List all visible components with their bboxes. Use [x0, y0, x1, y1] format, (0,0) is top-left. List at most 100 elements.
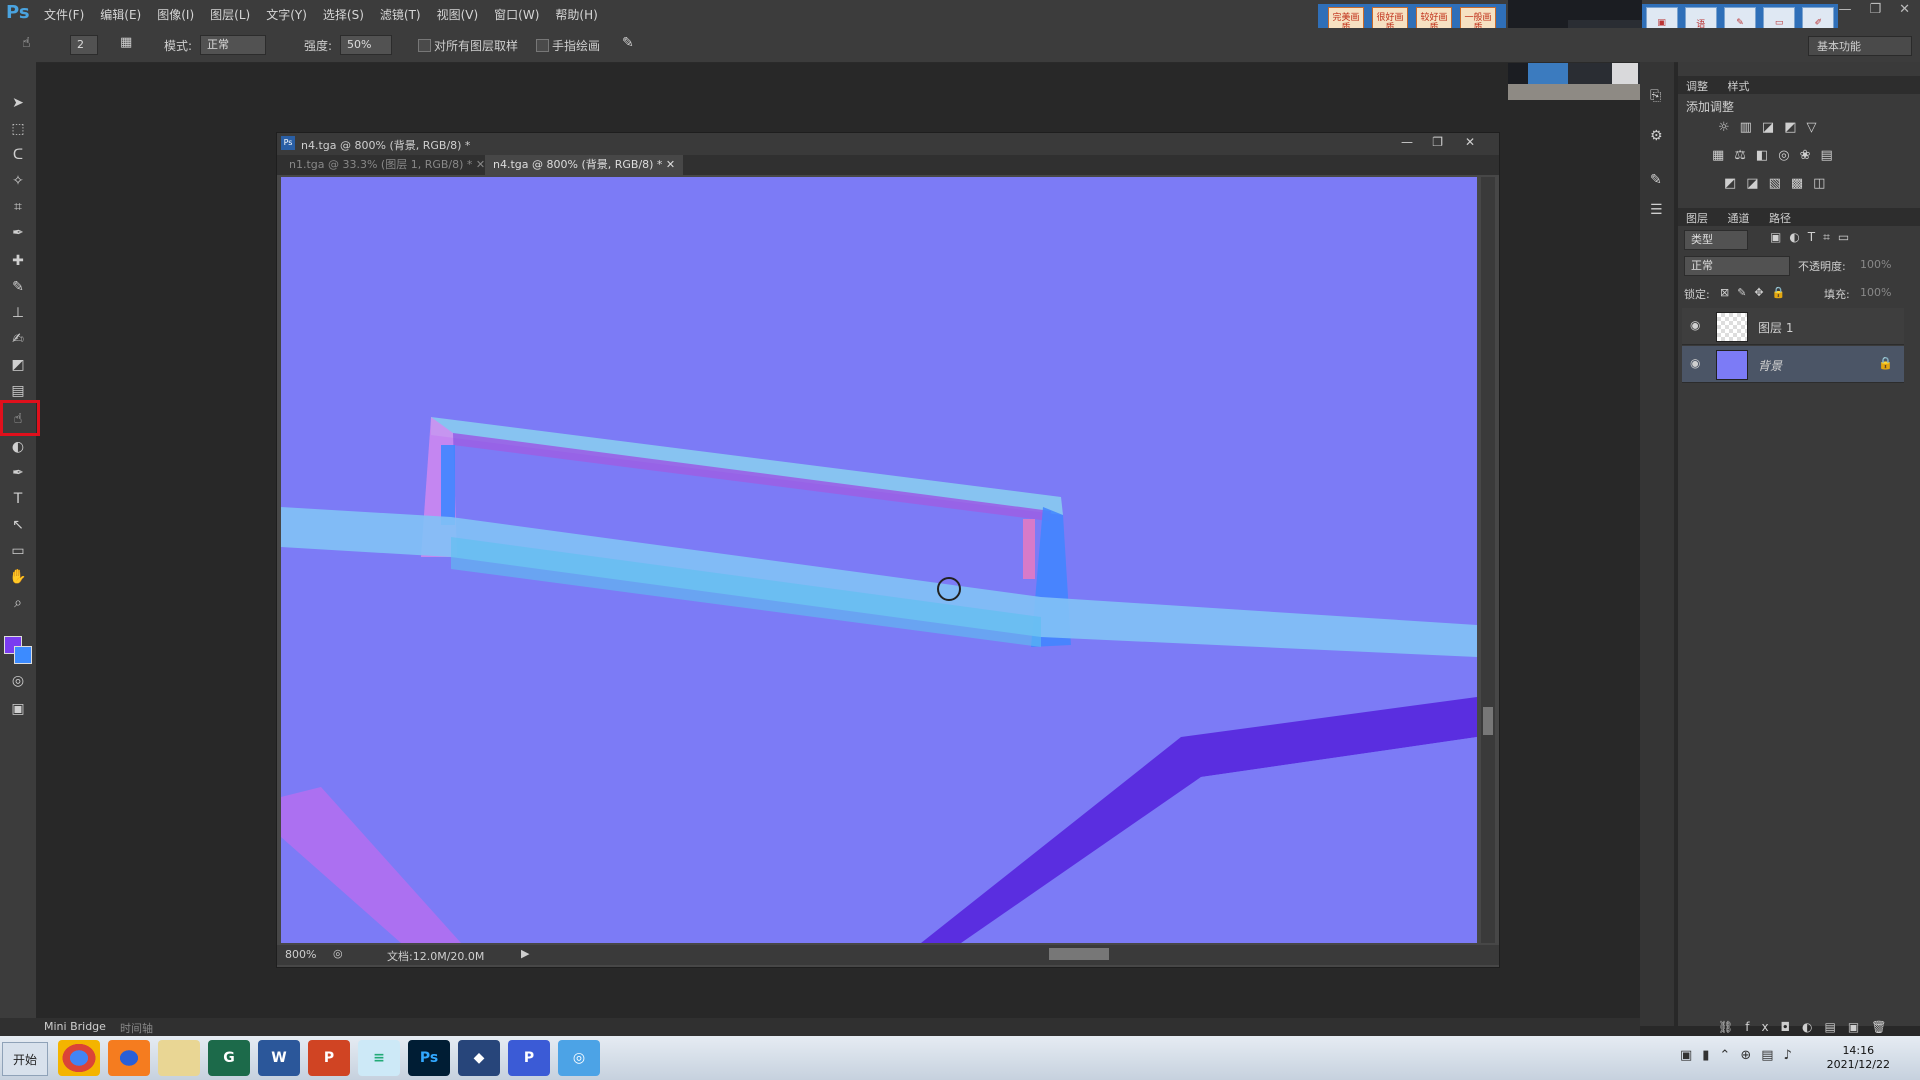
tool-presets-icon[interactable]: ☰: [1650, 202, 1663, 218]
hand-tool-icon[interactable]: ✋: [6, 566, 30, 588]
history-panel-icon[interactable]: ⎘: [1650, 88, 1661, 104]
blend-mode-select[interactable]: 正常: [1684, 256, 1790, 276]
brush-panel-icon[interactable]: ▦: [120, 35, 132, 50]
tab-layers[interactable]: 图层: [1678, 208, 1716, 228]
image-canvas[interactable]: [281, 177, 1477, 943]
explorer-icon[interactable]: [158, 1040, 200, 1076]
menu-view[interactable]: 视图(V): [437, 6, 479, 23]
app-window-controls: — ❐ ✕: [1838, 2, 1910, 17]
word-icon[interactable]: W: [258, 1040, 300, 1076]
strength-field[interactable]: 50%: [340, 35, 392, 55]
fill-field[interactable]: 100%: [1860, 286, 1891, 299]
status-info-icon[interactable]: ◎: [333, 947, 343, 960]
stamp-tool-icon[interactable]: ⊥: [6, 302, 30, 324]
menu-image[interactable]: 图像(I): [157, 6, 194, 23]
start-button[interactable]: 开始: [2, 1042, 48, 1076]
move-tool-icon[interactable]: ➤: [6, 92, 30, 114]
app3-icon[interactable]: P: [508, 1040, 550, 1076]
tab-styles[interactable]: 样式: [1720, 76, 1758, 96]
doc-maximize-button[interactable]: ❐: [1432, 135, 1443, 149]
restore-button[interactable]: ❐: [1869, 2, 1881, 17]
menu-layer[interactable]: 图层(L): [210, 6, 250, 23]
menu-select[interactable]: 选择(S): [323, 6, 364, 23]
tab-n1[interactable]: n1.tga @ 33.3% (图层 1, RGB/8) * ✕: [281, 155, 493, 175]
tab-n4[interactable]: n4.tga @ 800% (背景, RGB/8) * ✕: [485, 155, 684, 175]
history-brush-tool-icon[interactable]: ✍: [6, 328, 30, 350]
dodge-tool-icon[interactable]: ◐: [6, 436, 30, 458]
tab-paths[interactable]: 路径: [1761, 208, 1799, 228]
tab-timeline[interactable]: 时间轴: [120, 1020, 153, 1036]
options-bar: ☝ 2 ▦ 模式: 正常 强度: 50% 对所有图层取样 手指绘画 ✎: [0, 28, 1920, 63]
finger-paint-checkbox[interactable]: [536, 39, 549, 52]
vertical-scroll-thumb[interactable]: [1483, 707, 1493, 735]
type-tool-icon[interactable]: T: [6, 488, 30, 510]
mode-select[interactable]: 正常: [200, 35, 266, 55]
layer-row-background[interactable]: ◉ 背景 🔒: [1682, 346, 1904, 383]
adjust-icons-row2[interactable]: ▦⚖◧◎❀▤: [1712, 148, 1843, 163]
visibility-eye-icon[interactable]: ◉: [1690, 356, 1700, 370]
menu-edit[interactable]: 编辑(E): [100, 6, 141, 23]
horizontal-scroll-thumb[interactable]: [1049, 948, 1109, 960]
quick-select-tool-icon[interactable]: ✧: [6, 170, 30, 192]
adjust-icons-row3[interactable]: ◩◪▧▩◫: [1724, 176, 1835, 191]
eraser-tool-icon[interactable]: ◩: [6, 354, 30, 376]
chrome-icon[interactable]: [58, 1040, 100, 1076]
menu-help[interactable]: 帮助(H): [555, 6, 597, 23]
system-tray-icons[interactable]: ▣▮⌃⊕▤♪: [1680, 1048, 1802, 1063]
menu-window[interactable]: 窗口(W): [494, 6, 539, 23]
app-icon[interactable]: G: [208, 1040, 250, 1076]
app4-icon[interactable]: ◎: [558, 1040, 600, 1076]
brush-tool-icon[interactable]: ✎: [6, 276, 30, 298]
smudge-tool-preset-icon[interactable]: ☝: [22, 35, 31, 51]
clock[interactable]: 14:16 2021/12/22: [1827, 1044, 1890, 1072]
opacity-field[interactable]: 100%: [1860, 258, 1891, 271]
properties-panel-icon[interactable]: ⚙: [1650, 128, 1663, 144]
shape-tool-icon[interactable]: ▭: [6, 540, 30, 562]
workspace-select[interactable]: 基本功能: [1808, 36, 1912, 56]
layer-filter-icons[interactable]: ▣◐T⌗▭: [1770, 230, 1857, 245]
tab-channels[interactable]: 通道: [1720, 208, 1758, 228]
brush-presets-icon[interactable]: ✎: [1650, 172, 1662, 188]
zoom-tool-icon[interactable]: ⌕: [6, 592, 30, 614]
zoom-level[interactable]: 800%: [285, 948, 316, 961]
tab-mini-bridge[interactable]: Mini Bridge: [44, 1020, 106, 1033]
lasso-tool-icon[interactable]: ᑕ: [6, 144, 30, 166]
notepad-icon[interactable]: ≡: [358, 1040, 400, 1076]
doc-close-button[interactable]: ✕: [1465, 135, 1475, 149]
screen-mode-icon[interactable]: ▣: [6, 698, 30, 720]
powerpoint-icon[interactable]: P: [308, 1040, 350, 1076]
pressure-icon[interactable]: ✎: [622, 35, 634, 51]
minimize-button[interactable]: —: [1838, 2, 1851, 17]
layer-row-1[interactable]: ◉ 图层 1: [1682, 308, 1904, 345]
photoshop-logo: Ps: [6, 2, 30, 23]
status-menu-arrow-icon[interactable]: ▶: [521, 947, 529, 960]
app2-icon[interactable]: ◆: [458, 1040, 500, 1076]
lock-icons[interactable]: ⊠✎✥🔒: [1720, 286, 1793, 299]
vertical-scrollbar[interactable]: [1481, 177, 1495, 943]
photoshop-icon[interactable]: Ps: [408, 1040, 450, 1076]
doc-minimize-button[interactable]: —: [1401, 135, 1413, 149]
pen-tool-icon[interactable]: ✒: [6, 462, 30, 484]
gradient-tool-icon[interactable]: ▤: [6, 380, 30, 402]
quick-mask-icon[interactable]: ◎: [6, 670, 30, 692]
marquee-tool-icon[interactable]: ⬚: [6, 118, 30, 140]
layer-filter-select[interactable]: 类型: [1684, 230, 1748, 250]
path-select-tool-icon[interactable]: ↖: [6, 514, 30, 536]
crop-tool-icon[interactable]: ⌗: [6, 196, 30, 218]
brush-size-field[interactable]: 2: [70, 35, 98, 55]
adjust-icons-row1[interactable]: ☼▥◪◩▽: [1718, 120, 1827, 135]
healing-tool-icon[interactable]: ✚: [6, 250, 30, 272]
close-button[interactable]: ✕: [1899, 2, 1910, 17]
background-color-swatch[interactable]: [14, 646, 32, 664]
eyedropper-tool-icon[interactable]: ✒: [6, 222, 30, 244]
menu-type[interactable]: 文字(Y): [266, 6, 307, 23]
sample-all-checkbox[interactable]: [418, 39, 431, 52]
menu-file[interactable]: 文件(F): [44, 6, 84, 23]
visibility-eye-icon[interactable]: ◉: [1690, 318, 1700, 332]
document-tabs: n1.tga @ 33.3% (图层 1, RGB/8) * ✕ n4.tga …: [277, 155, 1499, 175]
menu-filter[interactable]: 滤镜(T): [380, 6, 421, 23]
layer-footer-icons[interactable]: ⛓fx◘◐▤▣🗑: [1718, 1020, 1898, 1034]
tab-adjust[interactable]: 调整: [1678, 76, 1716, 96]
smudge-tool-highlight: [0, 400, 40, 436]
firefox-icon[interactable]: [108, 1040, 150, 1076]
